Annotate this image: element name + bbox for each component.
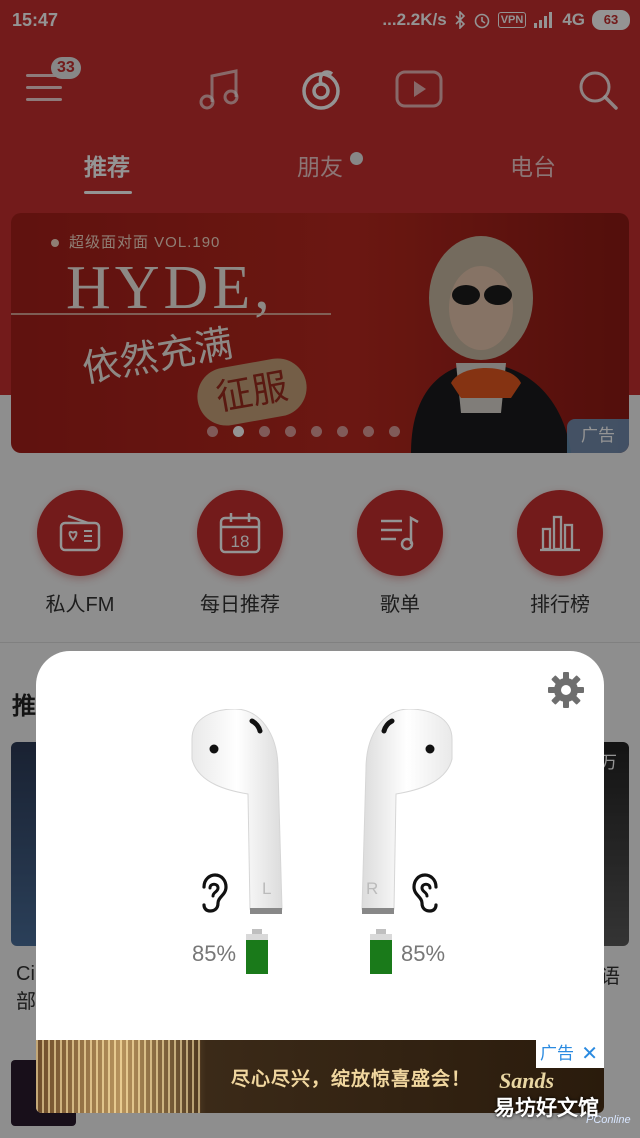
left-pod-letter: L — [262, 879, 272, 898]
ad-label: 广告 — [540, 1044, 574, 1063]
right-ear-icon — [412, 873, 438, 913]
airpods-battery-popup: L R 85% 85% 尽心尽兴，绽放惊喜盛会！ Sands 广告 ✕ — [36, 651, 604, 1113]
ad-image — [36, 1040, 201, 1113]
watermark-logo: PConline — [586, 1114, 631, 1126]
watermark-text: 易坊好文馆 — [494, 1097, 599, 1120]
ad-text: 尽心尽兴，绽放惊喜盛会！ — [231, 1069, 472, 1090]
ad-label-box: 广告 ✕ — [536, 1040, 604, 1068]
left-ear-icon — [202, 873, 228, 913]
left-battery-percent: 85% — [192, 941, 237, 966]
gear-icon[interactable] — [547, 671, 585, 709]
right-battery-icon — [370, 929, 392, 974]
ad-brand-logo: Sands — [499, 1068, 555, 1093]
right-pod-letter: R — [366, 879, 379, 898]
right-battery-percent: 85% — [401, 941, 446, 966]
left-battery-icon — [246, 929, 268, 974]
close-icon[interactable]: ✕ — [581, 1040, 598, 1068]
